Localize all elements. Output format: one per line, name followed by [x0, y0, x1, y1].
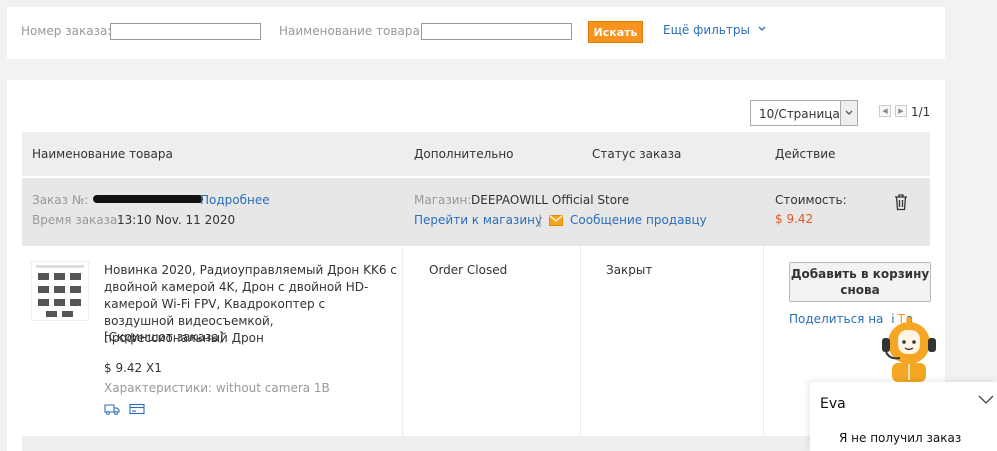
assistant-mascot-icon[interactable]	[878, 316, 940, 382]
next-page-icon[interactable]: ▶	[895, 105, 907, 117]
order-status: Закрыт	[606, 263, 653, 277]
header-status: Статус заказа	[592, 147, 682, 161]
order-number-label: Заказ №:	[32, 193, 89, 207]
share-label: Поделиться на	[789, 312, 884, 326]
product-name-label: Наименование товара:	[279, 24, 424, 38]
filter-bar: Номер заказа: Наименование товара: Искат…	[7, 7, 945, 59]
chat-panel: Eva Я не получил заказ	[810, 382, 997, 451]
cost-label: Стоимость:	[775, 193, 847, 207]
more-filters-link[interactable]: Ещё фильтры	[663, 23, 766, 37]
order-number-label: Номер заказа:	[21, 24, 112, 38]
envelope-icon	[549, 215, 563, 226]
order-header: Заказ №: Подробнее Время заказа: 13:10 N…	[22, 178, 930, 246]
table-header: Наименование товара Дополнительно Статус…	[22, 132, 930, 176]
trash-icon[interactable]	[893, 193, 909, 211]
select-arrow-icon	[840, 101, 857, 125]
order-number-input[interactable]	[110, 23, 261, 40]
product-thumbnail[interactable]	[31, 261, 89, 321]
column-divider	[763, 246, 764, 436]
page-count: 1/1	[911, 105, 931, 119]
header-action: Действие	[775, 147, 836, 161]
header-product: Наименование товара	[32, 147, 173, 161]
more-filters-label: Ещё фильтры	[663, 23, 750, 37]
order-item-row: Новинка 2020, Радиоуправляемый Дрон KK6 …	[22, 246, 931, 436]
per-page-select[interactable]: 10/Страница	[750, 100, 858, 126]
service-icons	[104, 403, 145, 418]
delivery-truck-icon	[104, 404, 120, 415]
chevron-down-icon[interactable]	[978, 395, 994, 405]
chat-agent-name: Eva	[820, 396, 846, 412]
next-order-strip	[22, 436, 930, 451]
column-divider	[580, 246, 581, 436]
header-additional: Дополнительно	[414, 147, 514, 161]
redacted-order-number	[93, 195, 203, 203]
item-attributes: Характеристики: without camera 1B	[104, 381, 330, 395]
add-to-cart-again-button[interactable]: Добавить в корзину снова	[789, 262, 931, 302]
order-details-link[interactable]: Подробнее	[200, 193, 270, 207]
item-price-qty: $ 9.42 X1	[104, 361, 162, 375]
additional-status: Order Closed	[429, 263, 508, 277]
chat-quick-reply[interactable]: Я не получил заказ	[839, 431, 961, 445]
order-time-label: Время заказа:	[32, 213, 122, 227]
order-cost: $ 9.42	[775, 212, 814, 226]
store-label: Магазин:	[414, 193, 472, 207]
order-screenshot-link[interactable]: [Скриншот заказа]	[104, 330, 223, 344]
column-divider	[402, 246, 403, 436]
go-to-store-link[interactable]: Перейти к магазину	[414, 213, 542, 227]
link-separator: |	[538, 213, 543, 227]
chevron-down-icon	[758, 26, 766, 31]
payment-card-icon	[129, 403, 145, 415]
search-button[interactable]: Искать	[588, 21, 643, 43]
message-seller-link[interactable]: Сообщение продавцу	[570, 213, 707, 227]
prev-page-icon[interactable]: ◀	[879, 105, 891, 117]
order-time: 13:10 Nov. 11 2020	[117, 213, 236, 227]
product-name-input[interactable]	[421, 23, 572, 40]
per-page-value: 10/Страница	[759, 107, 840, 121]
orders-panel: 10/Страница ◀ ▶ 1/1 Наименование товара …	[7, 80, 945, 451]
store-name: DEEPAOWILL Official Store	[471, 193, 630, 207]
